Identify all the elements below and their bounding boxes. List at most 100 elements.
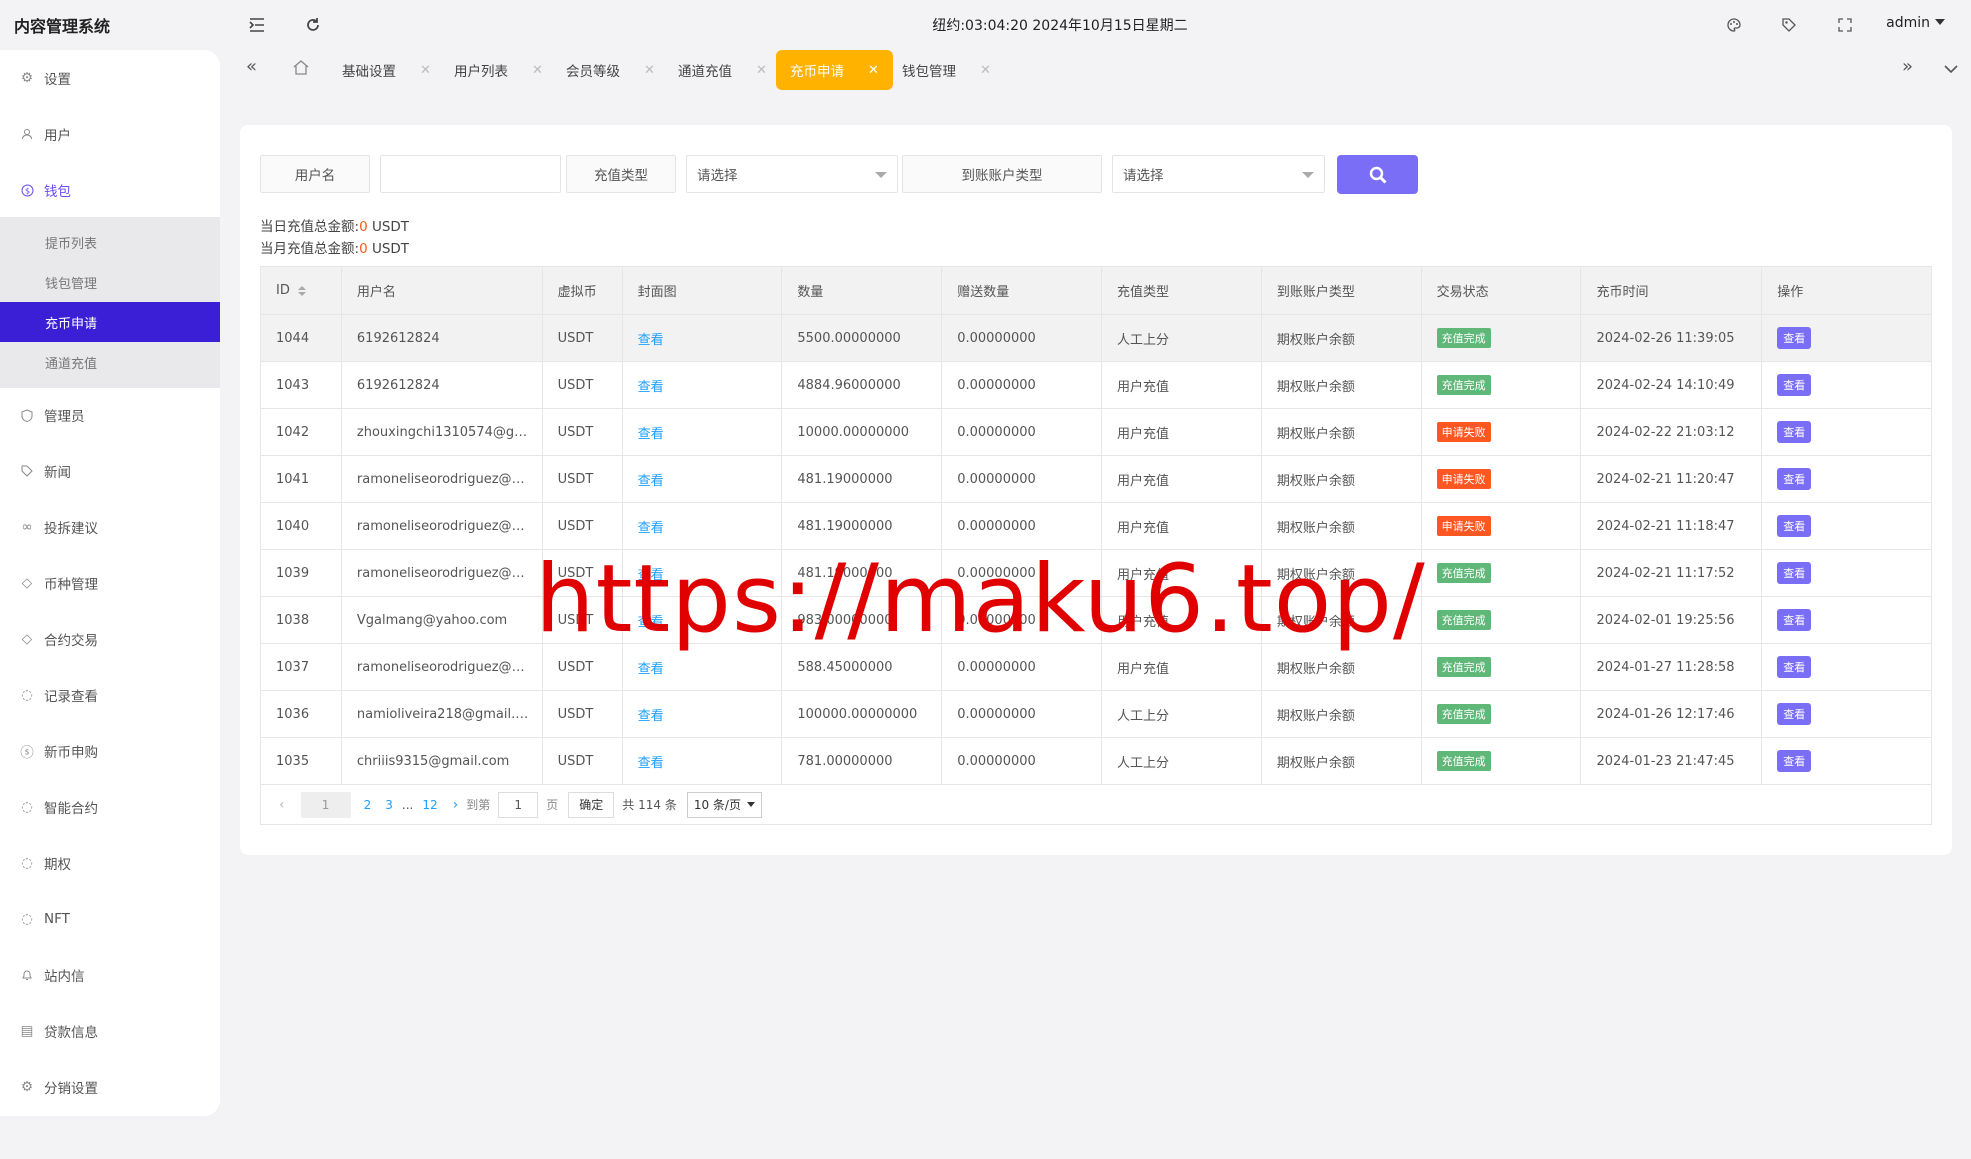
sort-icon[interactable]: [297, 285, 306, 296]
tab-wallet-manage[interactable]: 钱包管理 ✕: [888, 50, 1005, 90]
refresh-icon[interactable]: [300, 12, 326, 38]
sidebar-item-distribution[interactable]: ⚙ 分销设置: [0, 1067, 220, 1107]
view-cover-link[interactable]: 查看: [638, 564, 664, 583]
pagination: ‹ 1 2 3 ... 12 › 到第 1 页 确定 共 114 条 10 条/…: [261, 784, 1931, 824]
sidebar-item-label: 期权: [44, 857, 71, 873]
theme-icon[interactable]: [1721, 12, 1747, 38]
tab-channel-recharge[interactable]: 通道充值 ✕: [664, 50, 781, 90]
sidebar-item-loans[interactable]: ▤ 贷款信息: [0, 1011, 220, 1051]
close-icon[interactable]: ✕: [420, 63, 431, 78]
sidebar-subitem-deposit-apply[interactable]: 充币申请: [0, 302, 220, 342]
sidebar-item-contract[interactable]: ◇ 合约交易: [0, 619, 220, 659]
cell-coin: USDT: [543, 456, 623, 502]
view-button[interactable]: 查看: [1777, 515, 1812, 537]
cell-recharge-type: 用户充值: [1102, 597, 1262, 643]
sidebar-subitem-withdraw-list[interactable]: 提币列表: [0, 222, 220, 262]
view-cover-link[interactable]: 查看: [638, 376, 664, 395]
cell-id: 1036: [261, 691, 342, 737]
clock-display: 纽约:03:04:20 2024年10月15日星期二: [932, 18, 1188, 34]
view-cover-link[interactable]: 查看: [638, 423, 664, 442]
sidebar-item-options[interactable]: ◌ 期权: [0, 843, 220, 883]
view-button[interactable]: 查看: [1777, 421, 1812, 443]
goto-page-input[interactable]: 1: [498, 791, 539, 818]
view-cover-link[interactable]: 查看: [638, 752, 664, 771]
sidebar-item-news[interactable]: 新闻: [0, 451, 220, 491]
close-icon[interactable]: ✕: [644, 63, 655, 78]
page-size-select[interactable]: 10 条/页: [686, 791, 762, 818]
view-cover-link[interactable]: 查看: [638, 470, 664, 489]
wallet-submenu: 提币列表 钱包管理 充币申请 通道充值: [0, 217, 220, 388]
page-link[interactable]: 12: [415, 798, 444, 812]
close-icon[interactable]: ✕: [532, 63, 543, 78]
view-cover-link[interactable]: 查看: [638, 658, 664, 677]
page-link[interactable]: 2: [357, 798, 379, 812]
sidebar-subitem-channel-recharge[interactable]: 通道充值: [0, 342, 220, 382]
tab-deposit-apply[interactable]: 充币申请 ✕: [776, 50, 893, 90]
user-name: admin: [1886, 15, 1930, 31]
view-button[interactable]: 查看: [1777, 656, 1812, 678]
view-button[interactable]: 查看: [1777, 609, 1812, 631]
sidebar-subitem-wallet-manage[interactable]: 钱包管理: [0, 262, 220, 302]
sidebar-item-settings[interactable]: ⚙ 设置: [0, 58, 220, 98]
tab-user-list[interactable]: 用户列表 ✕: [440, 50, 557, 90]
cell-amount: 781.00000000: [782, 738, 943, 784]
sidebar-item-label: 新闻: [44, 465, 71, 481]
tabs-scroll-left-icon[interactable]: «: [246, 56, 257, 77]
tab-label: 会员等级: [566, 64, 620, 80]
user-menu[interactable]: admin: [1886, 15, 1945, 31]
username-input[interactable]: [380, 155, 561, 193]
account-type-select[interactable]: 请选择: [1112, 155, 1325, 193]
page-link[interactable]: 3: [378, 798, 400, 812]
sidebar-item-users[interactable]: 用户: [0, 114, 220, 154]
cell-cover: 查看: [623, 644, 783, 690]
view-button[interactable]: 查看: [1777, 703, 1812, 725]
sidebar-item-ipo[interactable]: ⓢ 新币申购: [0, 731, 220, 771]
column-header-id[interactable]: ID: [261, 267, 342, 314]
home-icon[interactable]: [293, 60, 309, 79]
username-filter-label: 用户名: [260, 155, 370, 193]
tab-member-level[interactable]: 会员等级 ✕: [552, 50, 669, 90]
cell-username: 6192612824: [342, 315, 543, 361]
menu-toggle-icon[interactable]: [244, 12, 270, 38]
view-cover-link[interactable]: 查看: [638, 705, 664, 724]
username-text: ramoneliseorodriguez@gm...: [356, 565, 529, 581]
sidebar-item-label: 钱包: [44, 184, 71, 200]
close-icon[interactable]: ✕: [756, 63, 767, 78]
sidebar-item-admins[interactable]: 管理员: [0, 395, 220, 435]
close-icon[interactable]: ✕: [980, 63, 991, 78]
sidebar-item-messages[interactable]: 站内信: [0, 955, 220, 995]
tab-basic-settings[interactable]: 基础设置 ✕: [328, 50, 445, 90]
view-cover-link[interactable]: 查看: [638, 517, 664, 536]
view-button[interactable]: 查看: [1777, 562, 1812, 584]
cell-bonus: 0.00000000: [942, 644, 1103, 690]
sidebar-item-currency[interactable]: ◇ 币种管理: [0, 563, 220, 603]
cell-cover: 查看: [623, 409, 783, 455]
sidebar-item-wallet[interactable]: $ 钱包: [0, 170, 220, 210]
sidebar: ⚙ 设置 用户 $ 钱包 提币列表 钱包管理 充币申请 通道充值 管理员 新闻 ∞ 投…: [0, 50, 220, 1116]
next-page-icon[interactable]: ›: [445, 797, 467, 813]
sidebar-item-smart-contract[interactable]: ◌ 智能合约: [0, 787, 220, 827]
cell-time: 2024-01-27 11:28:58: [1581, 644, 1763, 690]
tabs-dropdown-icon[interactable]: [1944, 58, 1958, 79]
view-button[interactable]: 查看: [1777, 468, 1812, 490]
fullscreen-icon[interactable]: [1832, 12, 1858, 38]
cell-id: 1038: [261, 597, 342, 643]
sidebar-item-nft[interactable]: ◌ NFT: [0, 899, 220, 939]
goto-confirm-button[interactable]: 确定: [568, 791, 615, 818]
sidebar-item-records[interactable]: ◌ 记录查看: [0, 675, 220, 715]
cell-recharge-type: 用户充值: [1102, 550, 1262, 596]
chevron-down-icon: [746, 802, 755, 807]
view-button[interactable]: 查看: [1777, 750, 1812, 772]
tag-icon[interactable]: [1776, 12, 1802, 38]
recharge-type-select[interactable]: 请选择: [686, 155, 898, 193]
view-button[interactable]: 查看: [1777, 374, 1812, 396]
cell-bonus: 0.00000000: [942, 503, 1103, 549]
view-cover-link[interactable]: 查看: [638, 329, 664, 348]
view-button[interactable]: 查看: [1777, 327, 1812, 349]
tabs-scroll-right-icon[interactable]: »: [1902, 56, 1913, 77]
search-button[interactable]: [1337, 155, 1418, 194]
view-cover-link[interactable]: 查看: [638, 611, 664, 630]
sidebar-item-suggestions[interactable]: ∞ 投拆建议: [0, 507, 220, 547]
prev-page-icon[interactable]: ‹: [271, 797, 293, 813]
close-icon[interactable]: ✕: [868, 63, 879, 78]
